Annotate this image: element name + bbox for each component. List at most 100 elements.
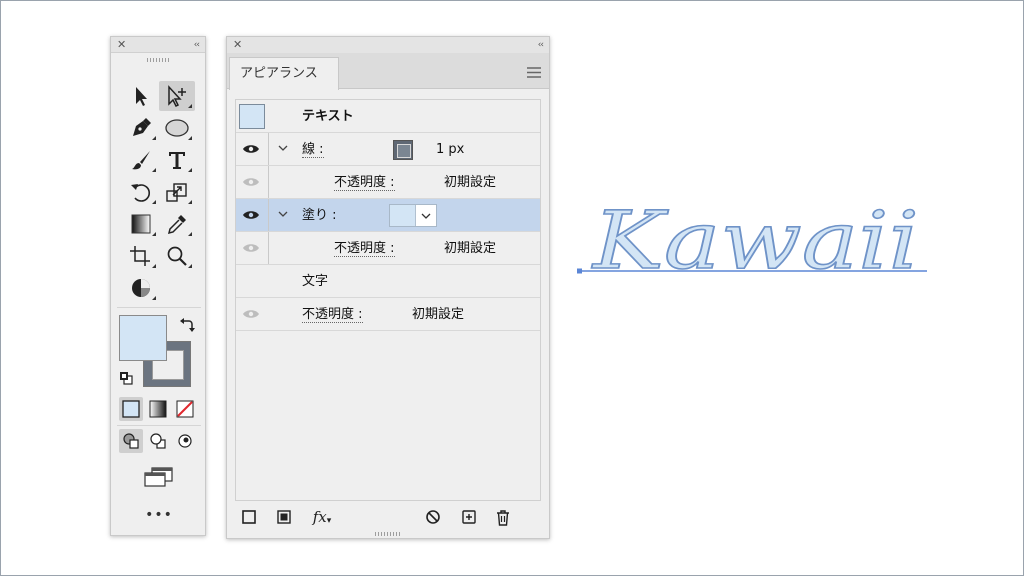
gradient-mode-button[interactable] [146, 397, 170, 421]
screen-mode-button[interactable] [141, 465, 177, 489]
add-stroke-icon [242, 510, 256, 524]
opacity-label[interactable]: 不透明度 : [302, 307, 363, 323]
fill-color-swatch[interactable] [390, 205, 416, 226]
fill-label[interactable]: 塗り : [302, 199, 337, 232]
tools-panel: ✕ ‹‹ ••• [110, 36, 206, 536]
color-icon [122, 400, 140, 418]
screen-mode-icon [144, 467, 173, 487]
tools-collapse-button[interactable]: ‹‹ [194, 38, 200, 52]
appearance-list: テキスト 線 : 1 px 不透明度 : 初期設定 塗り : 不透明度: 初期… [235, 99, 541, 501]
eyedropper-tool-icon [167, 215, 186, 235]
swap-fill-stroke-icon[interactable] [179, 317, 195, 333]
none-mode-button[interactable] [173, 397, 197, 421]
visibility-eye-icon[interactable] [242, 143, 260, 155]
trash-icon [497, 509, 509, 526]
draw-behind-icon [150, 433, 166, 449]
pen-tool[interactable] [123, 113, 159, 143]
tools-close-button[interactable]: ✕ [117, 38, 126, 52]
kawaii-text-object[interactable]: Kawaii [575, 180, 935, 288]
color-mode-button[interactable] [119, 397, 143, 421]
duplicate-item-button[interactable] [459, 507, 479, 527]
scale-tool-icon [166, 183, 187, 202]
type-tool[interactable] [159, 145, 195, 175]
draw-behind-button[interactable] [146, 429, 170, 453]
artboard-tool[interactable] [123, 241, 159, 271]
delete-item-button[interactable] [493, 507, 513, 527]
fill-opacity-label[interactable]: 不透明度 : [334, 241, 395, 257]
drawing-mode-group [119, 429, 199, 453]
stroke-weight-value[interactable]: 1 px [436, 133, 464, 166]
object-title: テキスト [302, 109, 354, 124]
default-fill-stroke-icon[interactable] [119, 371, 133, 385]
direct-selection-tool-icon [168, 85, 186, 107]
draw-normal-button[interactable] [119, 429, 143, 453]
draw-normal-icon [123, 433, 139, 449]
stroke-opacity-row[interactable]: 不透明度 : 初期設定 [236, 166, 540, 199]
rotate-tool-icon [131, 184, 150, 202]
anchor-point[interactable] [577, 268, 582, 274]
appearance-collapse-button[interactable]: ‹‹ [538, 38, 544, 52]
color-mode-group [119, 397, 199, 421]
tools-separator [117, 307, 201, 308]
selection-tool[interactable] [123, 81, 159, 111]
paintbrush-tool-icon [132, 151, 150, 170]
fill-opacity-value: 初期設定 [444, 241, 497, 256]
stroke-color-swatch[interactable] [393, 140, 413, 160]
rotate-tool[interactable] [123, 177, 159, 207]
shape-builder-icon [132, 279, 150, 297]
chevron-down-icon[interactable] [277, 208, 289, 220]
stroke-label[interactable]: 線 : [302, 142, 324, 158]
stroke-opacity-label[interactable]: 不透明度 : [334, 175, 395, 191]
pen-tool-icon [133, 118, 151, 136]
add-effect-button[interactable]: fx ▾ [309, 507, 335, 527]
visibility-eye-icon[interactable] [242, 308, 260, 320]
visibility-eye-icon[interactable] [242, 242, 260, 254]
type-tool-icon [169, 152, 185, 169]
appearance-resize-grip[interactable] [375, 532, 401, 536]
opacity-value: 初期設定 [412, 307, 465, 322]
add-stroke-button[interactable] [239, 507, 259, 527]
characters-row[interactable]: 文字 [236, 265, 540, 298]
gradient-tool[interactable] [123, 209, 159, 239]
clear-appearance-icon [426, 510, 440, 524]
appearance-close-button[interactable]: ✕ [233, 38, 242, 52]
paintbrush-tool[interactable] [123, 145, 159, 175]
eyedropper-tool[interactable] [159, 209, 195, 239]
characters-label[interactable]: 文字 [302, 265, 328, 298]
clear-appearance-button[interactable] [423, 507, 443, 527]
fill-row[interactable]: 塗り : [236, 199, 540, 232]
shape-builder-tool[interactable] [123, 273, 159, 303]
appearance-panel: ✕ ‹‹ アピアランス テキスト 線 : 1 px 不透明度 : 初期設定 塗り… [226, 36, 550, 539]
visibility-eye-icon[interactable] [242, 176, 260, 188]
duplicate-item-icon [462, 510, 476, 524]
chevron-down-icon [421, 213, 431, 219]
tools-grip[interactable] [147, 58, 171, 62]
object-row[interactable]: テキスト [236, 100, 540, 133]
stroke-row[interactable]: 線 : 1 px [236, 133, 540, 166]
panel-menu-icon[interactable] [527, 67, 541, 78]
stroke-opacity-value: 初期設定 [444, 175, 497, 190]
add-fill-button[interactable] [274, 507, 294, 527]
zoom-tool[interactable] [159, 241, 195, 271]
kawaii-text: Kawaii [591, 194, 919, 280]
fill-color-dropdown[interactable] [389, 204, 437, 227]
fill-opacity-row[interactable]: 不透明度 : 初期設定 [236, 232, 540, 265]
chevron-down-icon[interactable] [277, 142, 289, 154]
add-fill-icon [277, 510, 291, 524]
tab-appearance[interactable]: アピアランス [229, 57, 339, 90]
object-thumbnail [239, 104, 265, 129]
gradient-tool-icon [131, 214, 151, 234]
opacity-row[interactable]: 不透明度 : 初期設定 [236, 298, 540, 331]
more-tools-button[interactable]: ••• [141, 507, 177, 523]
draw-inside-button[interactable] [173, 429, 197, 453]
artboard-tool-icon [130, 246, 150, 266]
kawaii-artwork[interactable]: Kawaii [575, 180, 935, 288]
scale-tool[interactable] [159, 177, 195, 207]
visibility-eye-icon[interactable] [242, 209, 260, 221]
direct-selection-tool[interactable] [159, 81, 195, 111]
fill-swatch[interactable] [119, 315, 167, 361]
selection-tool-icon [136, 87, 147, 106]
appearance-titlebar[interactable]: ✕ ‹‹ [227, 37, 549, 53]
tools-panel-titlebar[interactable]: ✕ ‹‹ [111, 37, 205, 53]
ellipse-tool[interactable] [159, 113, 195, 143]
